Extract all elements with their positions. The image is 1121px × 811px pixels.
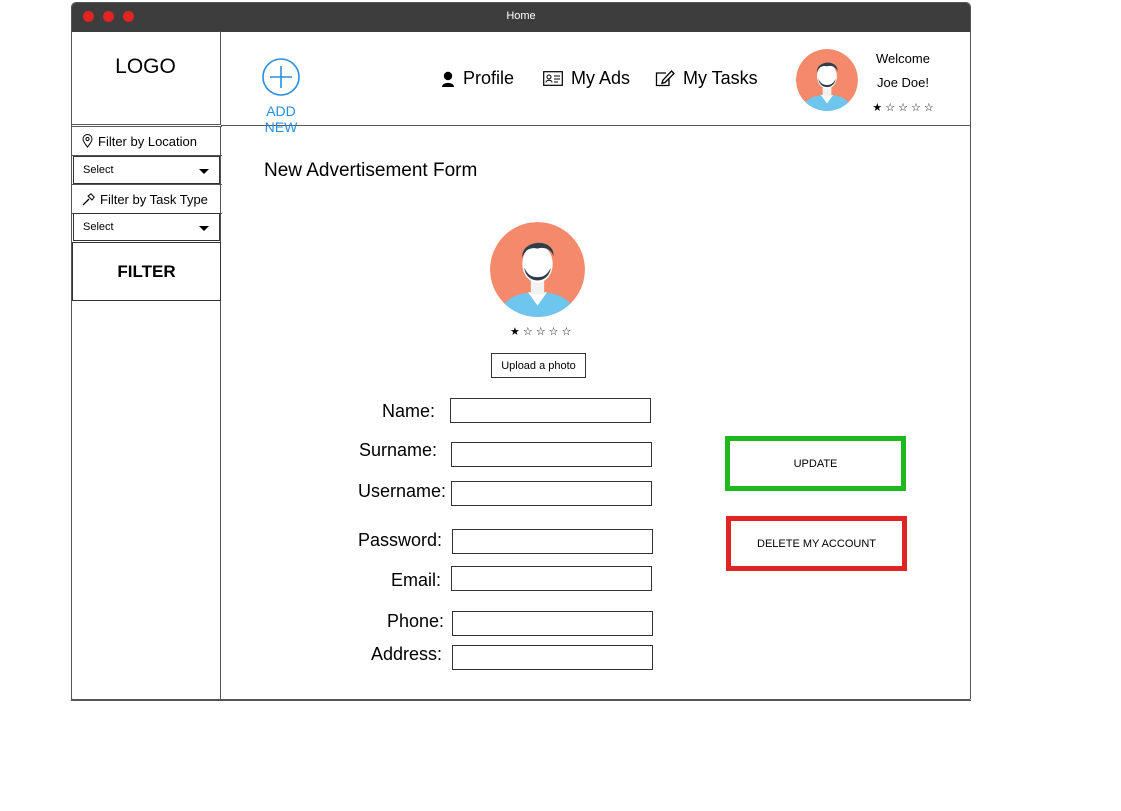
address-field[interactable] [452,645,653,670]
welcome-block: Welcome Joe Doe! ★ ☆ ☆ ☆ ☆ [868,47,938,119]
upload-photo-button[interactable]: Upload a photo [491,353,586,378]
password-label: Password: [357,530,442,550]
user-icon [442,71,454,87]
main-bottom-border [221,700,971,701]
add-new-button[interactable]: ADD NEW [249,57,313,135]
star-empty-icon: ☆ [923,102,934,114]
user-avatar[interactable] [796,49,858,111]
nav-my-ads-label: My Ads [571,68,631,88]
hammer-icon [82,192,95,205]
username-field[interactable] [451,481,652,506]
star-filled-icon: ★ [510,326,520,338]
address-label: Address: [370,644,442,664]
id-card-icon [543,71,563,86]
phone-label: Phone: [386,611,444,631]
plus-circle-icon [262,58,300,96]
filter-button[interactable]: FILTER [72,242,221,301]
avatar-icon [796,49,858,111]
user-rating: ★ ☆ ☆ ☆ ☆ [872,101,933,115]
username-label: Username: [357,481,446,501]
filter-task-label-row: Filter by Task Type [72,184,222,214]
star-empty-icon: ☆ [535,326,546,338]
nav-profile-label: Profile [463,68,515,88]
task-select-value: Select [83,221,114,233]
update-button[interactable]: UPDATE [725,436,906,491]
avatar-icon [490,222,585,317]
filter-location-label-row: Filter by Location [72,126,222,156]
nav-my-tasks-label: My Tasks [683,68,758,88]
welcome-text: Welcome [876,51,930,66]
filter-location-label: Filter by Location [98,133,197,149]
profile-photo [490,222,585,317]
name-field[interactable] [450,398,651,423]
nav-my-tasks[interactable]: My Tasks [655,68,758,89]
sidebar-bottom-border [71,700,221,701]
location-select-value: Select [83,164,114,176]
nav-profile[interactable]: Profile [441,68,514,89]
phone-field[interactable] [452,611,653,636]
email-label: Email: [390,570,441,590]
delete-account-button[interactable]: DELETE MY ACCOUNT [726,516,907,571]
star-empty-icon: ☆ [522,326,533,338]
filter-task-label: Filter by Task Type [100,191,208,207]
nav-my-ads[interactable]: My Ads [543,68,630,89]
user-name: Joe Doe! [876,75,930,90]
star-empty-icon: ☆ [910,102,921,114]
add-new-label: ADD NEW [264,103,298,135]
profile-rating: ★ ☆ ☆ ☆ ☆ [510,325,571,338]
star-empty-icon: ☆ [548,326,559,338]
task-type-select[interactable]: Select [73,213,220,241]
surname-field[interactable] [451,442,652,467]
star-filled-icon: ★ [872,102,883,114]
logo-area: LOGO [71,31,221,125]
chevron-down-icon [199,169,209,174]
star-empty-icon: ☆ [898,102,908,114]
sidebar: Filter by Location Select Filter by Task… [71,126,222,700]
window-title: Home [506,10,536,22]
location-pin-icon [82,134,93,148]
chevron-down-icon [199,226,209,231]
password-field[interactable] [452,529,653,554]
edit-icon [655,70,675,87]
logo[interactable]: LOGO [71,55,220,79]
name-label: Name: [381,401,435,421]
surname-label: Surname: [358,440,437,460]
page-title: New Advertisement Form [264,160,478,181]
title-bar: Home [72,3,970,32]
star-empty-icon: ☆ [561,326,572,338]
location-select[interactable]: Select [73,156,220,184]
email-field[interactable] [451,566,652,591]
star-empty-icon: ☆ [885,102,896,114]
